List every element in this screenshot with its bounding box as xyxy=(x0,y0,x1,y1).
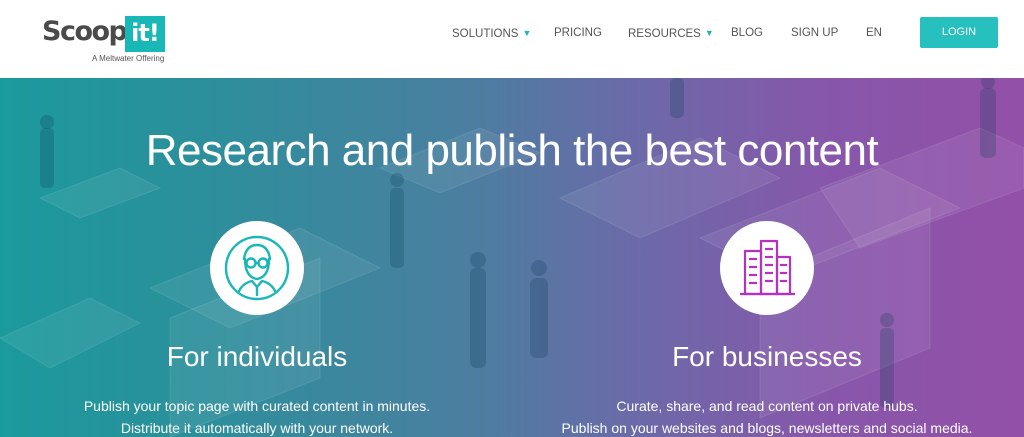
caret-down-icon: ▼ xyxy=(522,28,532,38)
individuals-description-line: Publish your topic page with curated con… xyxy=(83,398,431,414)
nav-blog-label: BLOG xyxy=(731,27,763,39)
individuals-column: For individuals Publish your topic page … xyxy=(47,221,467,437)
buildings-icon xyxy=(740,239,795,296)
caret-down-icon: ▼ xyxy=(704,28,714,38)
individuals-title: For individuals xyxy=(166,341,348,372)
individuals-icon-circle[interactable] xyxy=(210,221,304,315)
nav-resources-label: RESOURCES xyxy=(628,28,701,40)
nav-blog[interactable]: BLOG xyxy=(731,25,763,41)
businesses-title: For businesses xyxy=(672,341,862,372)
nav-pricing-label: PRICING xyxy=(554,27,602,39)
nav-language[interactable]: EN xyxy=(866,25,882,41)
nav-solutions[interactable]: SOLUTIONS ▼ xyxy=(452,25,531,41)
site-header: Scoop. it! A Meltwater Offering SOLUTION… xyxy=(0,0,1024,78)
login-button[interactable]: LOGIN xyxy=(920,17,998,48)
businesses-icon-circle[interactable] xyxy=(720,221,814,315)
hero-title: Research and publish the best content xyxy=(145,126,879,175)
nav-sign-up[interactable]: SIGN UP xyxy=(791,25,838,41)
nav-sign-up-label: SIGN UP xyxy=(791,27,839,39)
businesses-description-line: Curate, share, and read content on priva… xyxy=(616,398,918,414)
main-nav: SOLUTIONS ▼ PRICING RESOURCES ▼ BLOG SIGN … xyxy=(0,0,1024,78)
nav-language-label: EN xyxy=(866,27,882,39)
nav-solutions-label: SOLUTIONS xyxy=(452,28,519,40)
businesses-description: Curate, share, and read content on priva… xyxy=(557,395,977,437)
individuals-description-line: Distribute it automatically with your ne… xyxy=(120,420,394,436)
nav-resources[interactable]: RESOURCES ▼ xyxy=(628,25,714,41)
businesses-column: For businesses Curate, share, and read c… xyxy=(557,221,977,437)
nav-pricing[interactable]: PRICING xyxy=(554,25,602,41)
hero-section: Research and publish the best content Fo… xyxy=(0,78,1024,437)
individuals-description: Publish your topic page with curated con… xyxy=(47,395,467,437)
businesses-description-line: Publish on your websites and blogs, news… xyxy=(561,420,973,436)
user-glasses-icon xyxy=(224,235,290,301)
